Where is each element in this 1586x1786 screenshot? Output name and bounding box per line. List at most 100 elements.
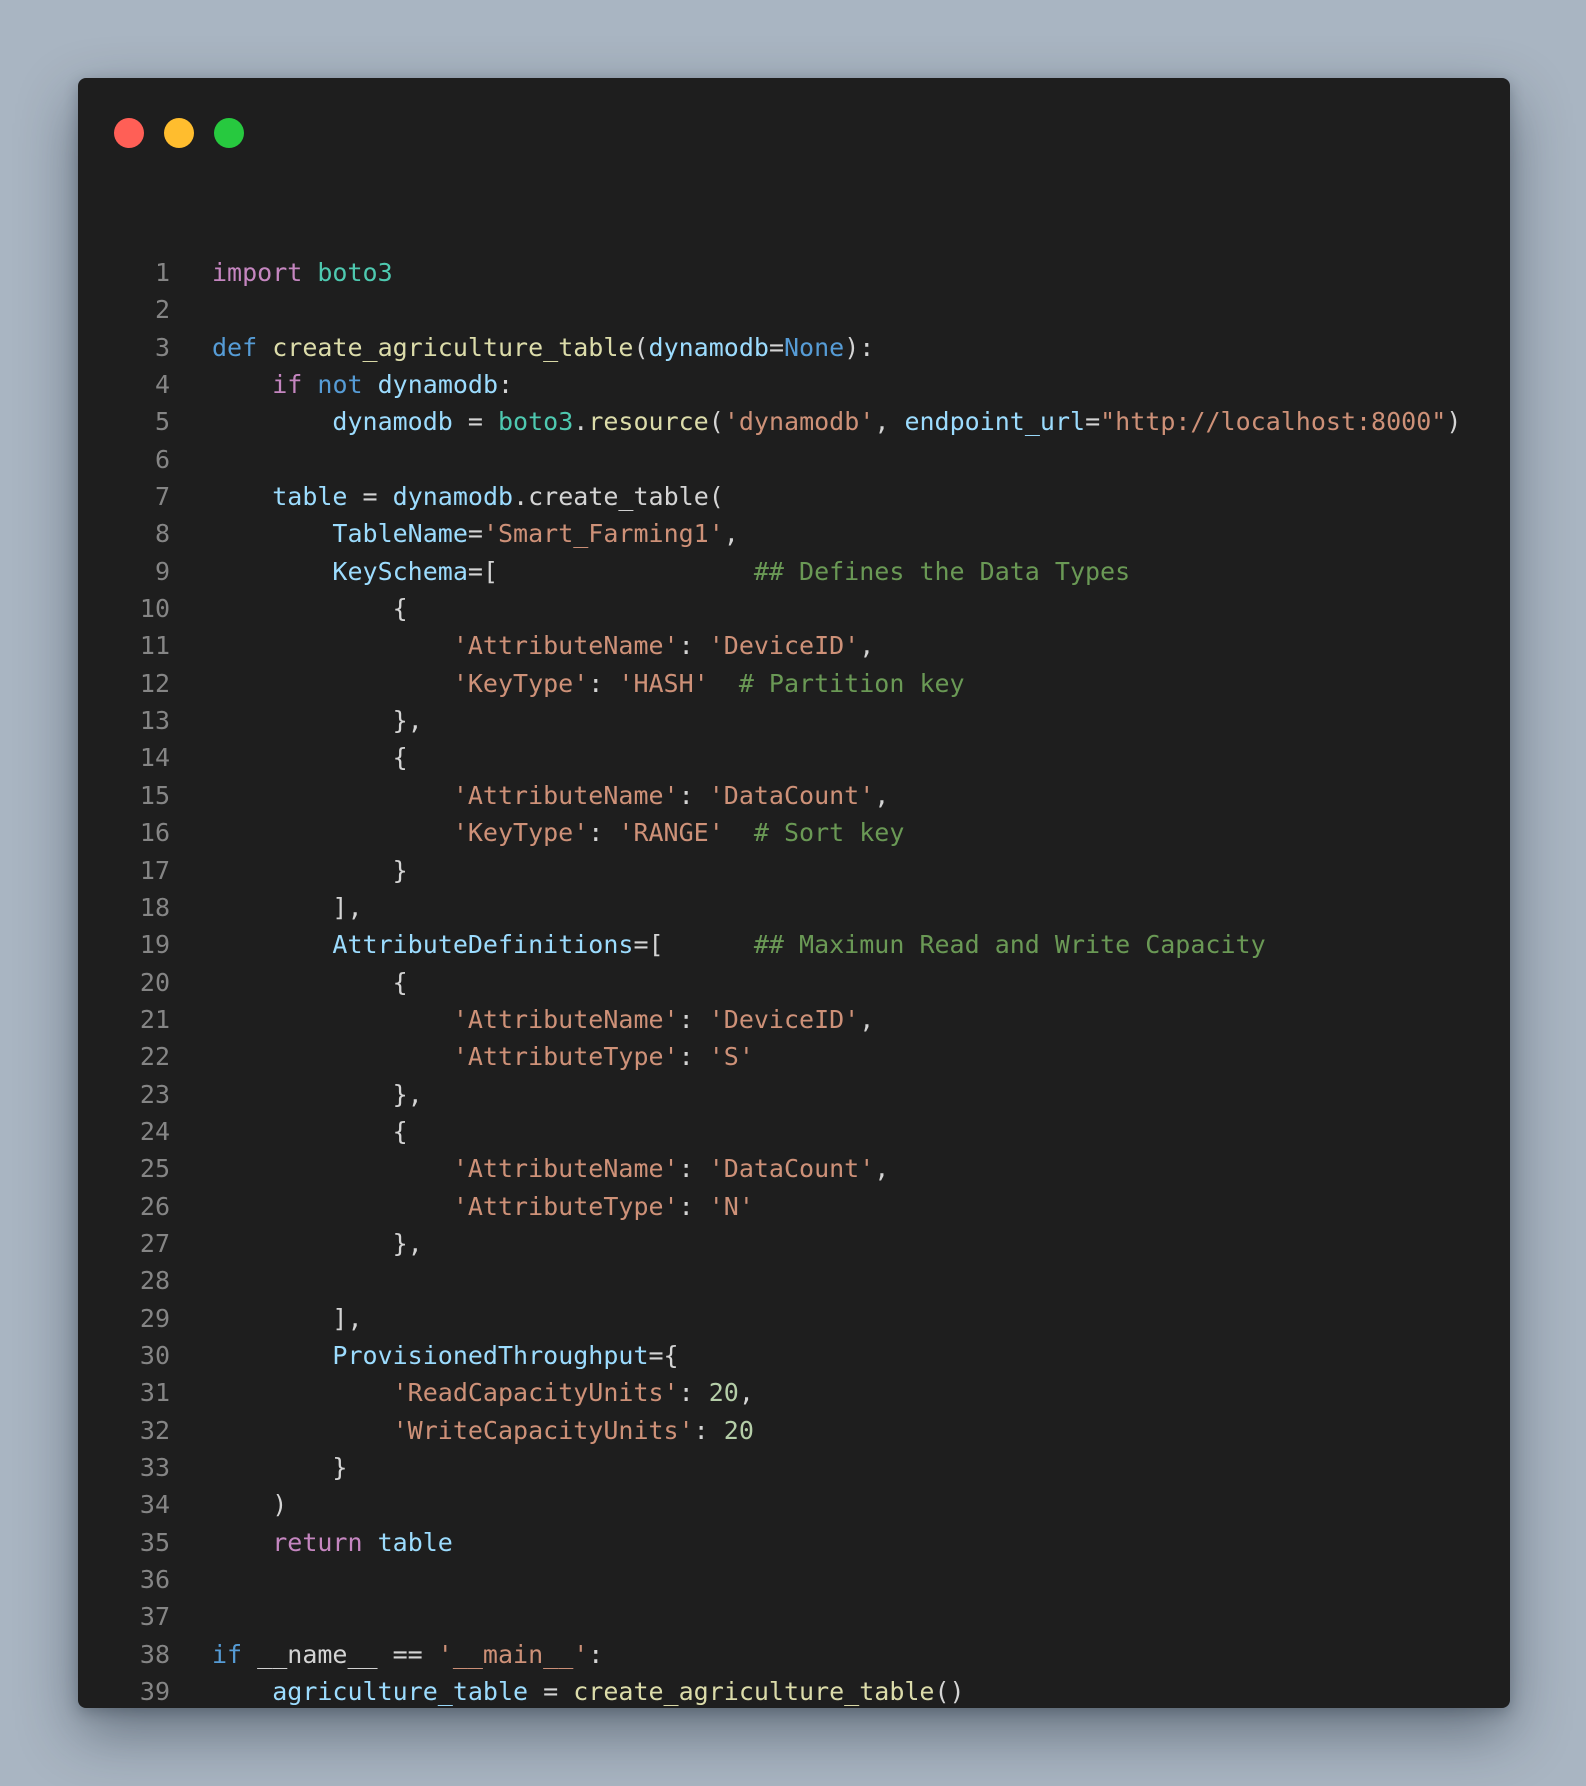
line-source: dynamodb = boto3.resource('dynamodb', en…	[170, 403, 1461, 440]
code-token: ()	[934, 1677, 965, 1707]
code-token: dynamodb	[332, 407, 453, 437]
code-line: 39 agriculture_table = create_agricultur…	[78, 1673, 1461, 1708]
line-source	[170, 1262, 212, 1299]
line-source: ProvisionedThroughput={	[170, 1337, 678, 1374]
code-line: 15 'AttributeName': 'DataCount',	[78, 777, 1461, 814]
code-token: }	[212, 855, 408, 885]
line-number: 15	[139, 780, 170, 810]
code-window: 1 import boto3 2 3 def create_agriculture_ta…	[78, 78, 1510, 1708]
code-token: 'AttributeType'	[452, 1042, 679, 1072]
line-number: 7	[154, 482, 170, 512]
code-token: }	[212, 1453, 348, 1482]
maximize-button[interactable]	[214, 118, 244, 148]
line-source: 'AttributeName': 'DataCount',	[170, 1150, 890, 1187]
code-token: endpoint_url	[904, 407, 1086, 437]
code-token: ,	[874, 1154, 890, 1184]
code-line: 19 AttributeDefinitions=[ ## Maximun Rea…	[78, 926, 1461, 963]
code-token: boto3	[317, 258, 393, 287]
code-editor[interactable]: 1 import boto3 2 3 def create_agriculture_ta…	[78, 254, 1461, 1708]
line-number: 1	[154, 258, 170, 287]
line-number: 14	[139, 743, 170, 773]
close-button[interactable]	[114, 118, 144, 148]
code-token: 'ReadCapacityUnits'	[392, 1378, 679, 1408]
code-token: if	[212, 1639, 243, 1669]
code-token: =[	[467, 556, 498, 586]
code-token: =	[347, 482, 393, 512]
code-token: AttributeDefinitions	[332, 930, 634, 960]
line-source: 'AttributeName': 'DeviceID',	[170, 1001, 874, 1038]
code-line: 27 },	[78, 1225, 1461, 1262]
line-number: 13	[139, 706, 170, 736]
code-token: 'Smart_Farming1'	[482, 519, 724, 549]
code-token: return	[272, 1527, 363, 1557]
code-token: {	[212, 594, 408, 624]
code-token: )	[212, 1490, 288, 1520]
code-line: 8 TableName='Smart_Farming1',	[78, 515, 1461, 552]
code-line: 30 ProvisionedThroughput={	[78, 1337, 1461, 1374]
line-number: 6	[154, 444, 170, 474]
line-source: 'KeyType': 'RANGE' # Sort key	[170, 814, 905, 851]
code-token: =[	[633, 930, 664, 960]
code-token: agriculture_table	[272, 1677, 529, 1707]
code-line: 37	[78, 1598, 1461, 1635]
line-source: 'AttributeName': 'DeviceID',	[170, 627, 874, 664]
code-token: ## Defines the Data Types	[753, 556, 1131, 586]
code-token: =	[452, 407, 498, 437]
line-number: 9	[154, 556, 170, 586]
line-number: 39	[139, 1677, 170, 1707]
code-token: import	[212, 258, 303, 287]
code-token: table	[272, 482, 348, 512]
line-source: AttributeDefinitions=[ ## Maximun Read a…	[170, 926, 1265, 963]
line-number: 26	[139, 1191, 170, 1221]
code-token: 'AttributeName'	[452, 1154, 679, 1184]
code-token: ,	[874, 780, 890, 810]
code-token: dynamodb	[392, 482, 514, 512]
code-token: None	[784, 332, 845, 362]
line-number: 16	[139, 818, 170, 848]
code-line: 25 'AttributeName': 'DataCount',	[78, 1150, 1461, 1187]
line-number: 28	[139, 1266, 170, 1296]
code-token: ,	[859, 1004, 875, 1034]
line-number: 34	[139, 1490, 170, 1520]
code-token: {	[212, 1116, 408, 1146]
code-token: ],	[212, 1303, 363, 1333]
line-number: 20	[139, 967, 170, 997]
code-line: 28	[78, 1262, 1461, 1299]
code-token: 'DataCount'	[708, 780, 875, 810]
line-number: 17	[139, 855, 170, 885]
code-token: # Partition key	[738, 668, 965, 698]
minimize-button[interactable]	[164, 118, 194, 148]
line-source: 'KeyType': 'HASH' # Partition key	[170, 665, 965, 702]
code-line: 11 'AttributeName': 'DeviceID',	[78, 627, 1461, 664]
code-token: KeySchema	[332, 556, 468, 586]
line-number: 37	[139, 1602, 170, 1632]
code-line: 5 dynamodb = boto3.resource('dynamodb', …	[78, 403, 1461, 440]
code-token: 'DeviceID'	[708, 1004, 860, 1034]
code-token: 20	[723, 1415, 754, 1445]
code-line: 21 'AttributeName': 'DeviceID',	[78, 1001, 1461, 1038]
line-number: 23	[139, 1079, 170, 1109]
line-number: 21	[139, 1004, 170, 1034]
line-source	[170, 1561, 212, 1598]
line-source: def create_agriculture_table(dynamodb=No…	[170, 329, 874, 366]
line-source: 'AttributeType': 'N'	[170, 1188, 754, 1225]
line-number: 10	[139, 594, 170, 624]
code-line: 2	[78, 291, 1461, 328]
code-token: :	[693, 1415, 724, 1445]
code-line: 33 }	[78, 1449, 1461, 1486]
code-token: :	[678, 1154, 709, 1184]
code-token: table	[377, 1527, 453, 1557]
